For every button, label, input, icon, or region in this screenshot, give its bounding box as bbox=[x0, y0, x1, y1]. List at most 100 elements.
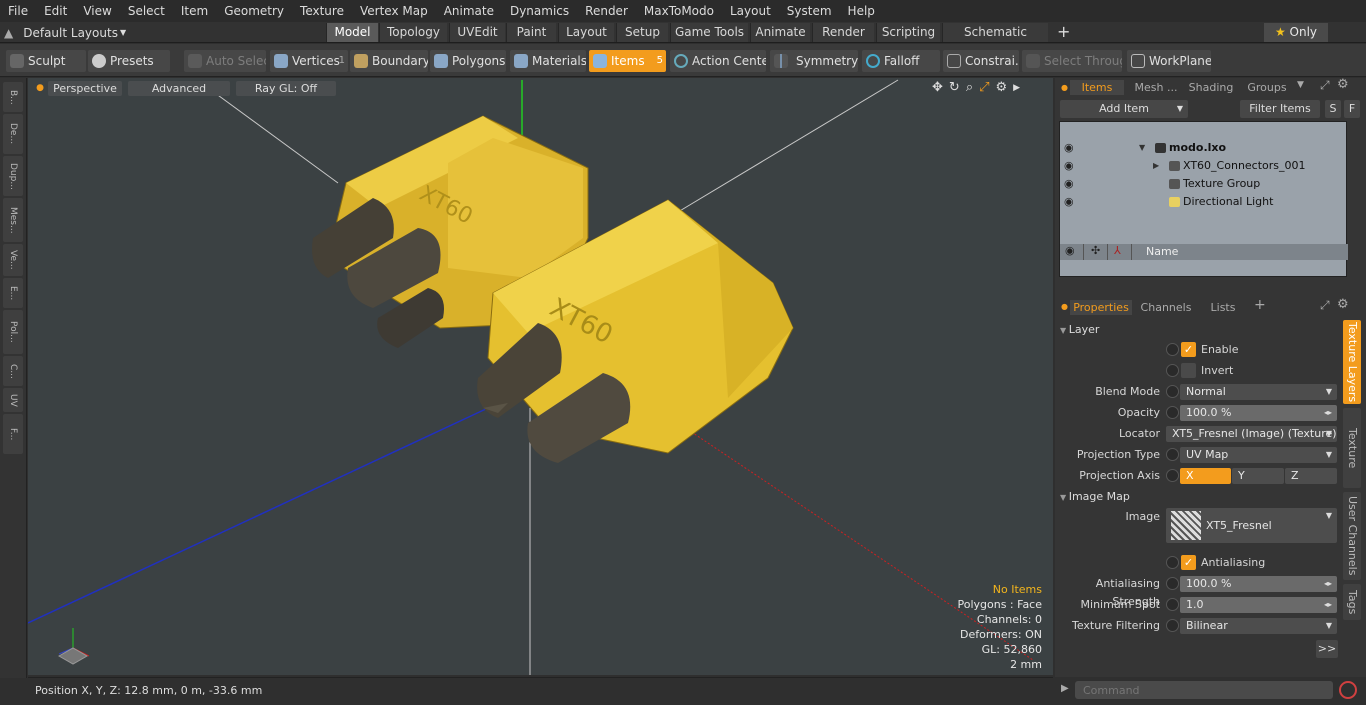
enable-dot[interactable] bbox=[1166, 343, 1179, 356]
left-tab-9[interactable]: F... bbox=[3, 414, 23, 454]
projection-axis-dot[interactable] bbox=[1166, 469, 1179, 482]
menu-item-render[interactable]: Render bbox=[577, 0, 636, 22]
add-item-button[interactable]: Add Item ▼ bbox=[1060, 100, 1188, 118]
view-type-dropdown[interactable]: Perspective bbox=[48, 81, 122, 96]
layout-selector[interactable]: ▲ Default Layouts ▼ bbox=[4, 22, 126, 43]
list-item[interactable]: ◉ Texture Group bbox=[1059, 175, 1347, 193]
aa-strength-dot[interactable] bbox=[1166, 577, 1179, 590]
constraints-button[interactable]: Constrai... bbox=[943, 50, 1019, 72]
tab-lists[interactable]: Lists bbox=[1200, 300, 1246, 315]
side-tab-texture-locator[interactable]: Texture Locator bbox=[1343, 408, 1361, 488]
enable-checkbox[interactable]: ✓ bbox=[1181, 342, 1196, 357]
menu-item-dynamics[interactable]: Dynamics bbox=[502, 0, 577, 22]
min-spot-field[interactable]: 1.0 ◂▸ bbox=[1180, 597, 1337, 613]
left-tab-5[interactable]: E... bbox=[3, 278, 23, 308]
select-through-button[interactable]: Select Through bbox=[1022, 50, 1122, 72]
auto-select-button[interactable]: Auto Select bbox=[184, 50, 266, 72]
expand-arrow-icon[interactable]: ▶ bbox=[1153, 157, 1159, 175]
filter-items-input[interactable]: Filter Items bbox=[1240, 100, 1320, 118]
expand-arrow-icon[interactable]: ▼ bbox=[1139, 139, 1145, 157]
move-view-icon[interactable]: ✥ bbox=[932, 80, 943, 97]
invert-checkbox[interactable] bbox=[1181, 363, 1196, 378]
tab-model[interactable]: Model bbox=[326, 23, 378, 42]
left-tab-2[interactable]: Dup... bbox=[3, 156, 23, 196]
record-icon[interactable] bbox=[1339, 681, 1357, 699]
col-visibility[interactable]: ◉ bbox=[1060, 244, 1084, 260]
col-name[interactable]: Name bbox=[1132, 244, 1348, 260]
action-center-button[interactable]: Action Center bbox=[670, 50, 766, 72]
left-tab-6[interactable]: Pol... bbox=[3, 310, 23, 354]
col-lock[interactable]: ✣ bbox=[1084, 244, 1108, 260]
axis-y-button[interactable]: Y bbox=[1232, 468, 1284, 484]
viewport-settings-icon[interactable]: ⚙ bbox=[996, 80, 1008, 97]
opacity-dot[interactable] bbox=[1166, 406, 1179, 419]
command-input[interactable] bbox=[1075, 681, 1333, 699]
menu-item-edit[interactable]: Edit bbox=[36, 0, 75, 22]
axis-z-button[interactable]: Z bbox=[1285, 468, 1337, 484]
only-toggle[interactable]: ★ Only bbox=[1264, 23, 1328, 42]
more-button[interactable]: >> bbox=[1316, 640, 1338, 658]
texture-filtering-dot[interactable] bbox=[1166, 619, 1179, 632]
maximize-view-icon[interactable]: ⤢ bbox=[979, 80, 989, 97]
side-tab-texture-layers[interactable]: Texture Layers bbox=[1343, 320, 1361, 404]
menu-item-system[interactable]: System bbox=[779, 0, 840, 22]
tab-items[interactable]: Items bbox=[1070, 80, 1124, 95]
side-tab-tags[interactable]: Tags bbox=[1343, 584, 1361, 620]
materials-button[interactable]: Materials bbox=[510, 50, 586, 72]
tab-mesh[interactable]: Mesh ... bbox=[1127, 80, 1185, 95]
left-tab-4[interactable]: Ve... bbox=[3, 244, 23, 276]
list-item[interactable]: ◉ ▶ XT60_Connectors_001 bbox=[1059, 157, 1347, 175]
menu-item-vertex-map[interactable]: Vertex Map bbox=[352, 0, 436, 22]
menu-item-texture[interactable]: Texture bbox=[292, 0, 352, 22]
f-toggle[interactable]: F bbox=[1344, 100, 1360, 118]
presets-button[interactable]: Presets bbox=[88, 50, 170, 72]
tab-render[interactable]: Render bbox=[812, 23, 874, 42]
workplane-button[interactable]: WorkPlane bbox=[1127, 50, 1211, 72]
menu-item-maxtomodo[interactable]: MaxToModo bbox=[636, 0, 722, 22]
menu-item-file[interactable]: File bbox=[0, 0, 36, 22]
menu-item-select[interactable]: Select bbox=[120, 0, 173, 22]
left-tab-0[interactable]: B... bbox=[3, 82, 23, 112]
eye-icon[interactable]: ◉ bbox=[1064, 175, 1074, 193]
falloff-button[interactable]: Falloff bbox=[862, 50, 940, 72]
image-map-section[interactable]: ▼ Image Map bbox=[1060, 489, 1130, 504]
layer-section[interactable]: ▼ Layer bbox=[1060, 322, 1099, 337]
tab-schematic-fusion[interactable]: Schematic Fusion bbox=[942, 23, 1048, 58]
sculpt-button[interactable]: Sculpt bbox=[6, 50, 86, 72]
vertices-button[interactable]: Vertices 1 bbox=[270, 50, 348, 72]
expand-panel-icon[interactable]: ⤢ bbox=[1320, 298, 1330, 313]
expand-arrow-icon[interactable]: ▶ bbox=[1013, 80, 1020, 97]
projection-type-dropdown[interactable]: UV Map ▼ bbox=[1180, 447, 1337, 463]
left-tab-7[interactable]: C... bbox=[3, 356, 23, 386]
opacity-field[interactable]: 100.0 % ◂▸ bbox=[1180, 405, 1337, 421]
expand-panel-icon[interactable]: ⤢ bbox=[1320, 78, 1330, 93]
tab-game-tools[interactable]: Game Tools bbox=[670, 23, 748, 42]
tab-topology[interactable]: Topology bbox=[379, 23, 447, 42]
s-toggle[interactable]: S bbox=[1325, 100, 1341, 118]
shading-dropdown[interactable]: Advanced bbox=[128, 81, 230, 96]
tab-layout[interactable]: Layout bbox=[558, 23, 614, 42]
tab-groups[interactable]: Groups bbox=[1242, 80, 1292, 95]
left-tab-1[interactable]: De... bbox=[3, 114, 23, 154]
invert-dot[interactable] bbox=[1166, 364, 1179, 377]
list-item[interactable]: ◉ Directional Light bbox=[1059, 193, 1347, 211]
tab-channels[interactable]: Channels bbox=[1138, 300, 1194, 315]
gear-icon[interactable]: ⚙ bbox=[1337, 297, 1349, 312]
left-tab-8[interactable]: UV bbox=[3, 388, 23, 412]
antialiasing-dot[interactable] bbox=[1166, 556, 1179, 569]
menu-item-geometry[interactable]: Geometry bbox=[216, 0, 292, 22]
texture-filtering-dropdown[interactable]: Bilinear ▼ bbox=[1180, 618, 1337, 634]
menu-item-help[interactable]: Help bbox=[840, 0, 883, 22]
raygl-toggle[interactable]: Ray GL: Off bbox=[236, 81, 336, 96]
axis-x-button[interactable]: X bbox=[1180, 468, 1231, 484]
blend-mode-dot[interactable] bbox=[1166, 385, 1179, 398]
left-tab-3[interactable]: Mes... bbox=[3, 198, 23, 242]
add-tab-button[interactable]: + bbox=[1057, 22, 1070, 42]
menu-item-layout[interactable]: Layout bbox=[722, 0, 779, 22]
min-spot-dot[interactable] bbox=[1166, 598, 1179, 611]
tab-properties[interactable]: Properties bbox=[1070, 300, 1132, 315]
polygons-button[interactable]: Polygons bbox=[430, 50, 506, 72]
tab-paint[interactable]: Paint bbox=[506, 23, 556, 42]
chevron-down-icon[interactable]: ▼ bbox=[1297, 80, 1304, 90]
blend-mode-dropdown[interactable]: Normal ▼ bbox=[1180, 384, 1337, 400]
